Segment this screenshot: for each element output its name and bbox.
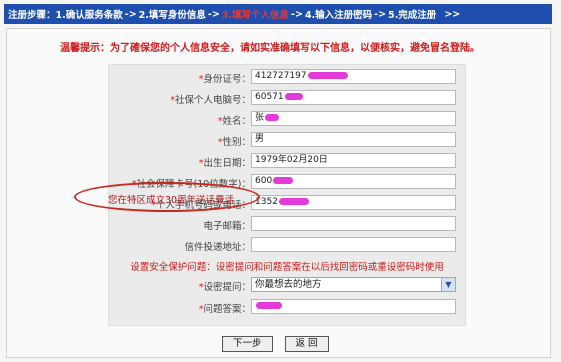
- personal-info-form: *身份证号： 412727197 *社保个人电脑号： 60571 *姓名： 张 …: [108, 64, 466, 326]
- step-arrow: ->: [291, 8, 303, 20]
- step-5: 5.完成注册: [388, 10, 437, 21]
- redaction-mark: [278, 198, 309, 205]
- birth-date-input[interactable]: 1979年02月20日: [251, 153, 456, 168]
- form-row-answer: *问题答案：: [109, 299, 465, 317]
- phone-input[interactable]: 1352: [251, 195, 456, 210]
- next-button[interactable]: 下一步: [222, 336, 273, 352]
- question-label: 设密提问：: [203, 282, 251, 293]
- back-button[interactable]: 返 回: [284, 336, 329, 352]
- form-row-name: *姓名： 张: [109, 111, 465, 129]
- form-row-birth-date: *出生日期： 1979年02月20日: [109, 153, 465, 171]
- step-arrow: ->: [374, 8, 387, 20]
- email-label: 电子邮箱：: [203, 221, 251, 232]
- gender-label: 性别：: [222, 137, 251, 148]
- security-question-notice: 设置安全保护问题：设密提问和问题答案在以后找回密码或重设密码时使用: [130, 262, 444, 273]
- social-id-label: 社保个人电脑号：: [174, 95, 251, 106]
- form-row-question: *设密提问： 你最想去的地方 ▼: [109, 277, 465, 295]
- redaction-mark: [284, 93, 303, 100]
- form-row-id-number: *身份证号： 412727197: [109, 69, 465, 87]
- form-row-card-number: *社会保障卡号(10位数字)： 600: [109, 174, 465, 192]
- address-label: 信件投递地址：: [184, 242, 251, 253]
- name-label: 姓名：: [222, 116, 251, 127]
- step-arrow: ->: [124, 8, 137, 20]
- redaction-mark: [273, 177, 294, 184]
- id-number-input[interactable]: 412727197: [251, 69, 456, 84]
- email-input[interactable]: [251, 216, 456, 231]
- step-arrow: ->: [207, 8, 220, 20]
- answer-input[interactable]: [251, 299, 456, 314]
- name-input[interactable]: 张: [251, 111, 456, 126]
- steps-tail: >>: [444, 8, 461, 20]
- id-number-label: 身份证号：: [203, 74, 251, 85]
- step-2: 2.填写身份信息: [138, 10, 206, 21]
- step-1: 1.确认服务条款: [55, 10, 123, 21]
- answer-label: 问题答案：: [203, 304, 251, 315]
- address-input[interactable]: [251, 237, 456, 252]
- card-number-label: 社会保障卡号(10位数字)：: [136, 179, 251, 190]
- form-row-email: 电子邮箱：: [109, 216, 465, 234]
- birth-date-label: 出生日期：: [203, 158, 251, 169]
- phone-label: 个人手机号码或电话：: [155, 200, 251, 211]
- step-3-current: 3.填写个人信息: [221, 10, 290, 21]
- gender-input[interactable]: 男: [251, 132, 456, 147]
- form-row-address: 信件投递地址：: [109, 237, 465, 255]
- redaction-mark: [265, 114, 280, 121]
- registration-page: 注册步骤： 1.确认服务条款 -> 2.填写身份信息 -> 3.填写个人信息 -…: [0, 0, 561, 362]
- steps-intro: 注册步骤：: [8, 10, 56, 21]
- step-4: 4.输入注册密码: [304, 10, 373, 21]
- redaction-mark: [256, 302, 282, 309]
- form-row-gender: *性别： 男: [109, 132, 465, 150]
- card-number-input[interactable]: 600: [251, 174, 456, 189]
- registration-steps-bar: 注册步骤： 1.确认服务条款 -> 2.填写身份信息 -> 3.填写个人信息 -…: [4, 4, 552, 24]
- redaction-mark: [307, 72, 348, 79]
- chevron-down-icon[interactable]: ▼: [441, 278, 455, 291]
- form-row-phone: *个人手机号码或电话： 1352: [109, 195, 465, 213]
- security-warning: 温馨提示：为了確保您的个人信息安全，请如实准确填写以下信息，以便核实，避免冒名登…: [60, 43, 480, 54]
- action-buttons: 下一步 返 回: [222, 336, 329, 352]
- security-question-select[interactable]: 你最想去的地方 ▼: [251, 277, 456, 292]
- form-row-social-id: *社保个人电脑号： 60571: [109, 90, 465, 108]
- social-id-input[interactable]: 60571: [251, 90, 456, 105]
